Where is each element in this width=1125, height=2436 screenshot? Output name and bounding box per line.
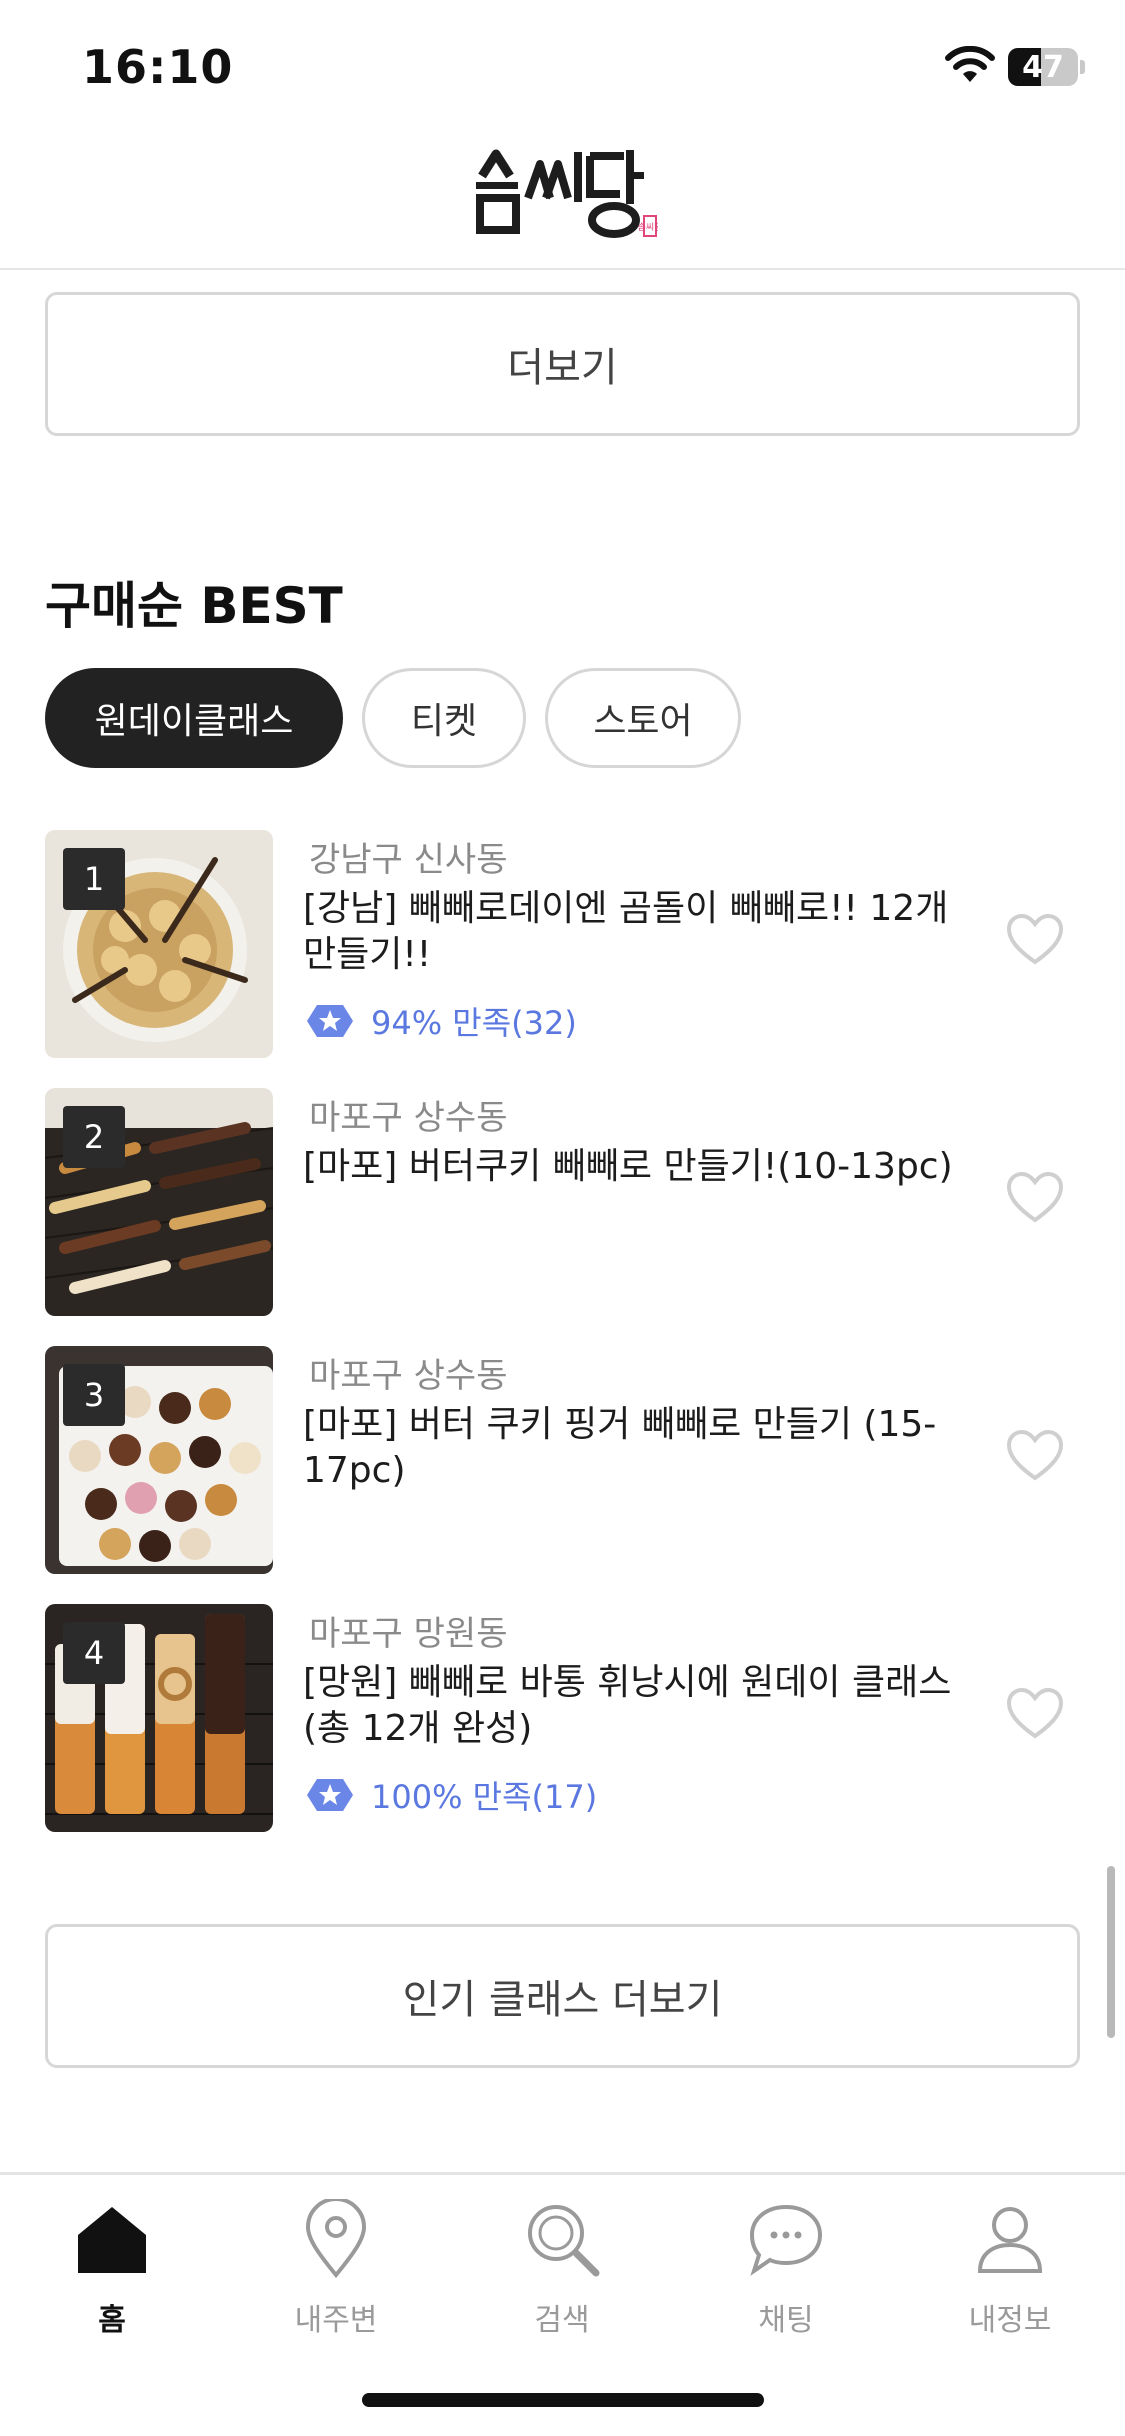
- location-pin-icon: [305, 2199, 367, 2279]
- tab-nearby[interactable]: 내주변: [256, 2199, 416, 2339]
- item-title[interactable]: [마포] 버터 쿠키 핑거 빼빼로 만들기 (15-17pc): [303, 1402, 963, 1494]
- chip-ticket[interactable]: 티켓: [362, 668, 526, 768]
- tab-search[interactable]: 검색: [482, 2199, 642, 2339]
- tab-label: 내정보: [968, 2303, 1052, 2338]
- item-location: 마포구 상수동: [309, 1356, 508, 1396]
- list-item[interactable]: 3 마포구 상수동 [마포] 버터 쿠키 핑거 빼빼로 만들기 (15-17pc…: [45, 1346, 1080, 1574]
- item-rating: 100% 만족(17): [303, 1772, 597, 1818]
- search-icon: [528, 2205, 600, 2277]
- home-indicator[interactable]: [362, 2393, 764, 2407]
- rating-text: 94% 만족(32): [371, 1004, 577, 1042]
- battery-level: 47: [1022, 50, 1064, 85]
- list-item[interactable]: 2 마포구 상수동 [마포] 버터쿠키 빼빼로 만들기!(10-13pc): [45, 1088, 1080, 1316]
- tab-my-info[interactable]: 내정보: [930, 2199, 1090, 2339]
- heart-icon[interactable]: [1005, 912, 1065, 968]
- list-item[interactable]: 1 강남구 신사동 [강남] 빼빼로데이엔 곰돌이 빼빼로!! 12개 만들기!…: [45, 830, 1080, 1058]
- status-bar: 16:10 47: [0, 0, 1125, 130]
- tab-label: 홈: [98, 2303, 126, 2338]
- chip-oneday-class[interactable]: 원데이클래스: [45, 668, 343, 768]
- item-location: 마포구 상수동: [309, 1098, 508, 1138]
- logo-text: 솜씨당: [638, 222, 658, 233]
- item-location: 마포구 망원동: [309, 1614, 508, 1654]
- home-icon: [78, 2207, 146, 2273]
- heart-icon[interactable]: [1005, 1428, 1065, 1484]
- heart-icon[interactable]: [1005, 1686, 1065, 1742]
- tab-home[interactable]: 홈: [32, 2199, 192, 2339]
- more-button[interactable]: 더보기: [45, 292, 1080, 436]
- item-title[interactable]: [마포] 버터쿠키 빼빼로 만들기!(10-13pc): [303, 1144, 963, 1190]
- tab-label: 내주변: [294, 2303, 378, 2338]
- section-title: 구매순 BEST: [45, 577, 343, 635]
- status-time: 16:10: [82, 40, 234, 94]
- rank-badge: 3: [63, 1364, 125, 1426]
- rank-badge: 4: [63, 1622, 125, 1684]
- satisfaction-badge-icon: [307, 1005, 353, 1037]
- rating-text: 100% 만족(17): [371, 1778, 598, 1816]
- satisfaction-badge-icon: [307, 1779, 353, 1811]
- popular-classes-more-button[interactable]: 인기 클래스 더보기: [45, 1924, 1080, 2068]
- rank-badge: 2: [63, 1106, 125, 1168]
- chip-store[interactable]: 스토어: [545, 668, 741, 768]
- scrollbar[interactable]: [1107, 1866, 1115, 2038]
- brand-logo[interactable]: 솜씨당: [472, 146, 658, 242]
- tab-label: 검색: [534, 2303, 590, 2338]
- tab-chat[interactable]: 채팅: [706, 2199, 866, 2339]
- item-rating: 94% 만족(32): [303, 998, 577, 1044]
- item-title[interactable]: [강남] 빼빼로데이엔 곰돌이 빼빼로!! 12개 만들기!!: [303, 886, 963, 978]
- item-title[interactable]: [망원] 빼빼로 바통 휘낭시에 원데이 클래스(총 12개 완성): [303, 1660, 963, 1752]
- item-location: 강남구 신사동: [309, 840, 508, 880]
- battery-indicator: 47: [1008, 48, 1078, 86]
- wifi-icon: [945, 46, 995, 82]
- tab-label: 채팅: [758, 2303, 814, 2338]
- profile-icon: [977, 2207, 1043, 2273]
- battery-tip: [1080, 60, 1085, 74]
- list-item[interactable]: 4 마포구 망원동 [망원] 빼빼로 바통 휘낭시에 원데이 클래스(총 12개…: [45, 1604, 1080, 1832]
- heart-icon[interactable]: [1005, 1170, 1065, 1226]
- chat-bubble-icon: [749, 2204, 823, 2276]
- app-header: 솜씨당: [0, 130, 1125, 270]
- rank-badge: 1: [63, 848, 125, 910]
